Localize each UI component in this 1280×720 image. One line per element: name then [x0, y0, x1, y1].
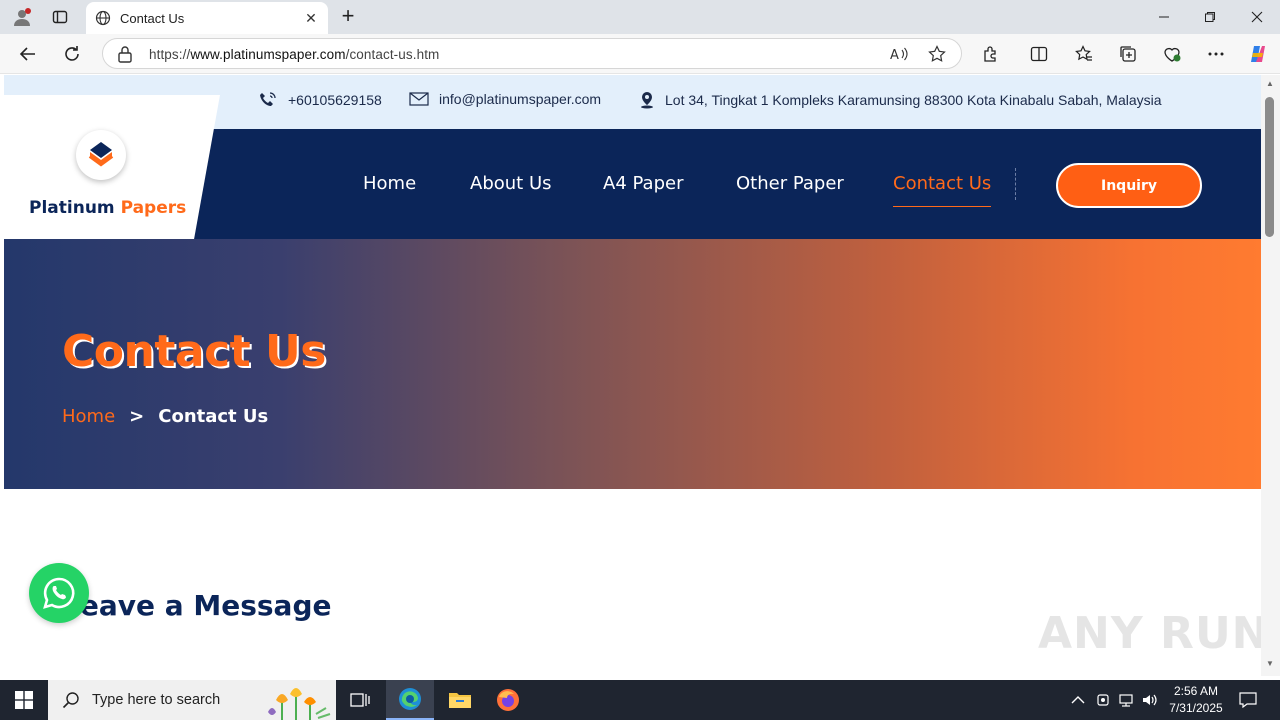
- phone-icon: [260, 92, 276, 106]
- phone-number: +60105629158: [288, 92, 382, 108]
- envelope-icon: [409, 92, 429, 106]
- volume-icon[interactable]: [1140, 690, 1160, 710]
- tulips-decoration-icon: [268, 688, 331, 720]
- task-view-icon: [350, 693, 370, 707]
- page-title: Contact Us: [62, 326, 326, 377]
- url-text: https://www.platinumspaper.com/contact-u…: [149, 47, 440, 62]
- browser-tab-bar: Contact Us ✕ +: [0, 0, 1280, 34]
- nav-a4-paper[interactable]: A4 Paper: [603, 173, 683, 194]
- device-icon[interactable]: [1093, 690, 1113, 710]
- logo-mark-icon: [76, 130, 126, 180]
- globe-icon: [94, 9, 112, 27]
- location-pin-icon: [641, 92, 653, 109]
- breadcrumb: Home > Contact Us: [62, 406, 268, 427]
- new-tab-button[interactable]: +: [336, 5, 360, 29]
- scroll-down-icon[interactable]: ▼: [1264, 659, 1276, 669]
- taskbar-edge[interactable]: [386, 680, 434, 720]
- windows-start-button[interactable]: [0, 680, 48, 720]
- copilot-icon[interactable]: [1246, 42, 1270, 66]
- nav-about-us[interactable]: About Us: [470, 173, 552, 194]
- edge-icon: [399, 688, 421, 710]
- nav-contact-us[interactable]: Contact Us: [893, 173, 992, 207]
- favorite-star-icon[interactable]: [927, 44, 947, 64]
- browser-essentials-icon[interactable]: [1160, 42, 1184, 66]
- back-button[interactable]: [16, 42, 40, 66]
- web-page: +60105629158 info@platinumspaper.com Lot…: [4, 75, 1261, 676]
- minimize-button[interactable]: [1141, 0, 1187, 34]
- section-heading: Leave a Message: [62, 589, 332, 622]
- read-aloud-icon[interactable]: A: [889, 44, 909, 64]
- collections-icon[interactable]: [1116, 42, 1140, 66]
- email-contact[interactable]: info@platinumspaper.com: [409, 91, 601, 107]
- network-icon[interactable]: [1116, 690, 1136, 710]
- nav-home[interactable]: Home: [363, 173, 416, 194]
- whatsapp-button[interactable]: [29, 563, 89, 623]
- folder-icon: [449, 693, 471, 708]
- inquiry-button[interactable]: Inquiry: [1056, 163, 1202, 208]
- firefox-icon: [497, 689, 519, 711]
- nav-divider: [1015, 168, 1016, 200]
- taskbar-firefox[interactable]: [484, 680, 532, 720]
- logo[interactable]: Platinum Papers: [4, 95, 220, 239]
- restore-button[interactable]: [1187, 0, 1233, 34]
- phone-contact[interactable]: +60105629158: [258, 91, 382, 109]
- page-banner: Contact Us Home > Contact Us: [4, 239, 1261, 489]
- system-clock[interactable]: 2:56 AM 7/31/2025: [1164, 683, 1228, 717]
- address-bar[interactable]: https://www.platinumspaper.com/contact-u…: [102, 38, 962, 69]
- email-address: info@platinumspaper.com: [439, 91, 602, 107]
- close-window-button[interactable]: [1234, 0, 1280, 34]
- tray-overflow-icon[interactable]: [1068, 690, 1088, 710]
- scroll-up-icon[interactable]: ▲: [1264, 79, 1276, 89]
- windows-logo-icon: [15, 691, 33, 709]
- profile-icon[interactable]: [10, 5, 34, 29]
- clock-date: 7/31/2025: [1169, 701, 1223, 715]
- close-tab-icon[interactable]: ✕: [300, 7, 322, 29]
- favorites-icon[interactable]: [1072, 42, 1096, 66]
- search-icon: [62, 692, 79, 709]
- tab-actions-icon[interactable]: [48, 5, 72, 29]
- settings-more-icon[interactable]: [1204, 42, 1228, 66]
- extensions-icon[interactable]: [979, 42, 1003, 66]
- site-info-icon[interactable]: [117, 45, 135, 63]
- whatsapp-icon: [43, 577, 75, 609]
- split-screen-icon[interactable]: [1027, 42, 1051, 66]
- tab-title: Contact Us: [120, 10, 185, 26]
- search-placeholder: Type here to search: [92, 692, 221, 708]
- nav-other-paper[interactable]: Other Paper: [736, 173, 844, 194]
- breadcrumb-separator: >: [129, 406, 145, 427]
- clock-time: 2:56 AM: [1173, 684, 1219, 698]
- address-contact: Lot 34, Tingkat 1 Kompleks Karamunsing 8…: [639, 91, 1162, 109]
- refresh-button[interactable]: [60, 42, 84, 66]
- notifications-icon[interactable]: [1238, 690, 1258, 710]
- breadcrumb-current: Contact Us: [158, 406, 269, 427]
- browser-tab-active[interactable]: Contact Us ✕: [86, 2, 328, 34]
- logo-text: Platinum Papers: [29, 198, 187, 218]
- watermark: ANY RUN: [1038, 608, 1261, 659]
- browser-toolbar: https://www.platinumspaper.com/contact-u…: [0, 34, 1280, 74]
- scroll-thumb[interactable]: [1265, 97, 1274, 237]
- task-view-button[interactable]: [336, 680, 384, 720]
- taskbar: Type here to search 2:56 AM 7/31/2025: [0, 680, 1280, 720]
- svg-text:A: A: [890, 48, 899, 62]
- taskbar-search[interactable]: Type here to search: [48, 680, 336, 720]
- taskbar-file-explorer[interactable]: [436, 680, 484, 720]
- breadcrumb-home-link[interactable]: Home: [62, 406, 115, 427]
- page-scrollbar[interactable]: ▲ ▼: [1261, 75, 1280, 676]
- address-text: Lot 34, Tingkat 1 Kompleks Karamunsing 8…: [665, 92, 1162, 108]
